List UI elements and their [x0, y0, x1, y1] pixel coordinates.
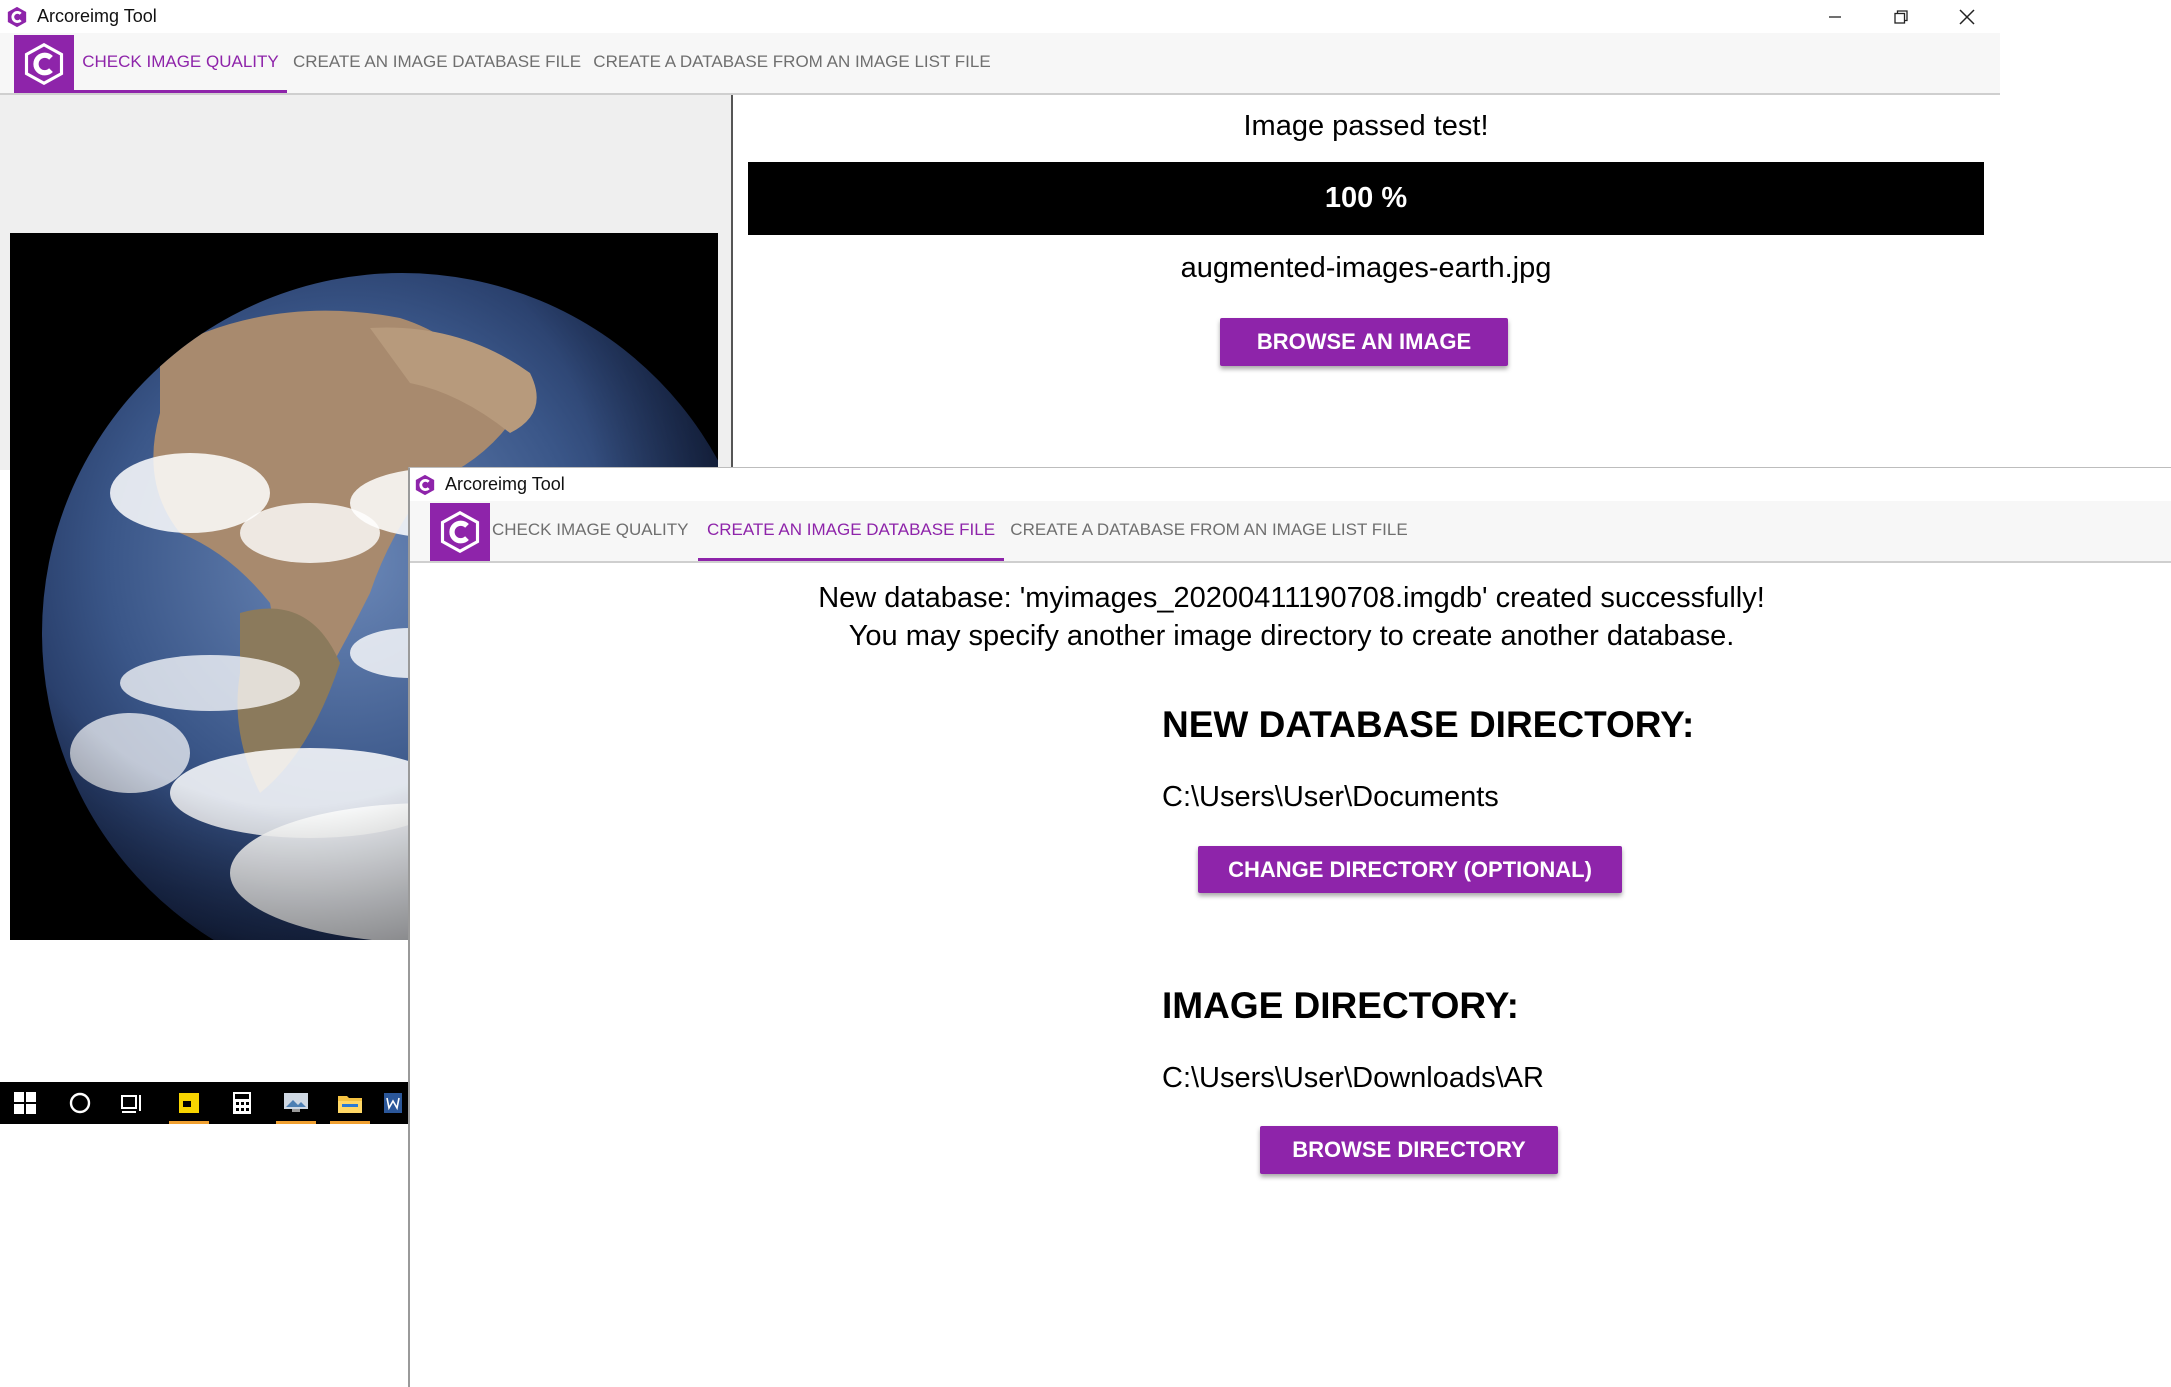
app-logo: [14, 35, 74, 93]
task-view-button[interactable]: [107, 1082, 157, 1124]
calculator-button[interactable]: [218, 1082, 266, 1124]
running-indicator: [276, 1121, 316, 1124]
tab-create-database-from-list[interactable]: CREATE A DATABASE FROM AN IMAGE LIST FIL…: [589, 33, 995, 93]
calculator-icon: [233, 1092, 251, 1114]
tab-check-image-quality[interactable]: CHECK IMAGE QUALITY: [74, 33, 287, 93]
selected-filename: augmented-images-earth.jpg: [1180, 252, 1552, 284]
tab-bar: CHECK IMAGE QUALITY CREATE AN IMAGE DATA…: [0, 33, 2000, 95]
tab-bar: CHECK IMAGE QUALITY CREATE AN IMAGE DATA…: [410, 501, 2171, 563]
app-logo: [430, 503, 490, 561]
restore-button[interactable]: [1868, 0, 1934, 33]
tab-create-database-from-list[interactable]: CREATE A DATABASE FROM AN IMAGE LIST FIL…: [1008, 501, 1410, 561]
window-create-image-database: Arcoreimg Tool CHECK IMAGE QUALITY CREAT…: [408, 467, 2171, 1387]
app-logo-icon: [415, 474, 435, 495]
running-indicator: [169, 1121, 209, 1124]
tab-check-image-quality[interactable]: CHECK IMAGE QUALITY: [492, 501, 688, 561]
quality-progress-bar: 100 %: [748, 162, 1984, 235]
image-directory-path: C:\Users\User\Downloads\AR: [1162, 1062, 1544, 1094]
photos-icon: [284, 1093, 308, 1112]
success-message: New database: 'myimages_20200411190708.i…: [818, 582, 1765, 614]
close-button[interactable]: [1934, 0, 2000, 33]
taskbar: [0, 1082, 410, 1124]
browse-directory-button[interactable]: BROWSE DIRECTORY: [1260, 1126, 1558, 1174]
task-view-icon: [121, 1095, 141, 1113]
window-title: Arcoreimg Tool: [37, 6, 157, 26]
title-bar[interactable]: Arcoreimg Tool: [0, 0, 2000, 33]
new-database-directory-path: C:\Users\User\Documents: [1162, 781, 1499, 813]
app-logo-icon: [440, 511, 480, 553]
tab-create-image-database[interactable]: CREATE AN IMAGE DATABASE FILE: [698, 501, 1004, 561]
app-logo-icon: [24, 43, 64, 85]
image-directory-heading: IMAGE DIRECTORY:: [1162, 985, 1519, 1026]
file-explorer-button[interactable]: [326, 1082, 374, 1124]
new-database-directory-heading: NEW DATABASE DIRECTORY:: [1162, 704, 1695, 745]
search-circle-icon: [69, 1092, 91, 1114]
window-title: Arcoreimg Tool: [445, 474, 565, 494]
search-button[interactable]: [55, 1082, 105, 1124]
file-explorer-icon: [338, 1096, 362, 1113]
title-bar[interactable]: Arcoreimg Tool: [410, 468, 2171, 501]
restore-icon: [1894, 9, 1908, 24]
sticky-notes-icon: [179, 1093, 199, 1113]
windows-start-button[interactable]: [0, 1082, 50, 1124]
word-icon: [384, 1093, 402, 1113]
app-logo-icon: [7, 6, 27, 27]
change-directory-button[interactable]: CHANGE DIRECTORY (OPTIONAL): [1198, 846, 1622, 893]
windows-start-icon: [14, 1092, 36, 1114]
instruction-message: You may specify another image directory …: [848, 620, 1735, 652]
sticky-notes-button[interactable]: [165, 1082, 213, 1124]
tab-create-image-database[interactable]: CREATE AN IMAGE DATABASE FILE: [289, 33, 585, 93]
test-status-text: Image passed test!: [1243, 110, 1489, 142]
minimize-icon: [1829, 15, 1841, 18]
word-button[interactable]: [384, 1082, 410, 1124]
panel-divider[interactable]: [731, 95, 733, 470]
minimize-button[interactable]: [1802, 0, 1868, 33]
close-icon: [1959, 8, 1975, 25]
running-indicator: [330, 1121, 370, 1124]
photos-button[interactable]: [272, 1082, 320, 1124]
progress-label: 100 %: [1324, 182, 1408, 214]
browse-image-button[interactable]: BROWSE AN IMAGE: [1220, 318, 1508, 366]
